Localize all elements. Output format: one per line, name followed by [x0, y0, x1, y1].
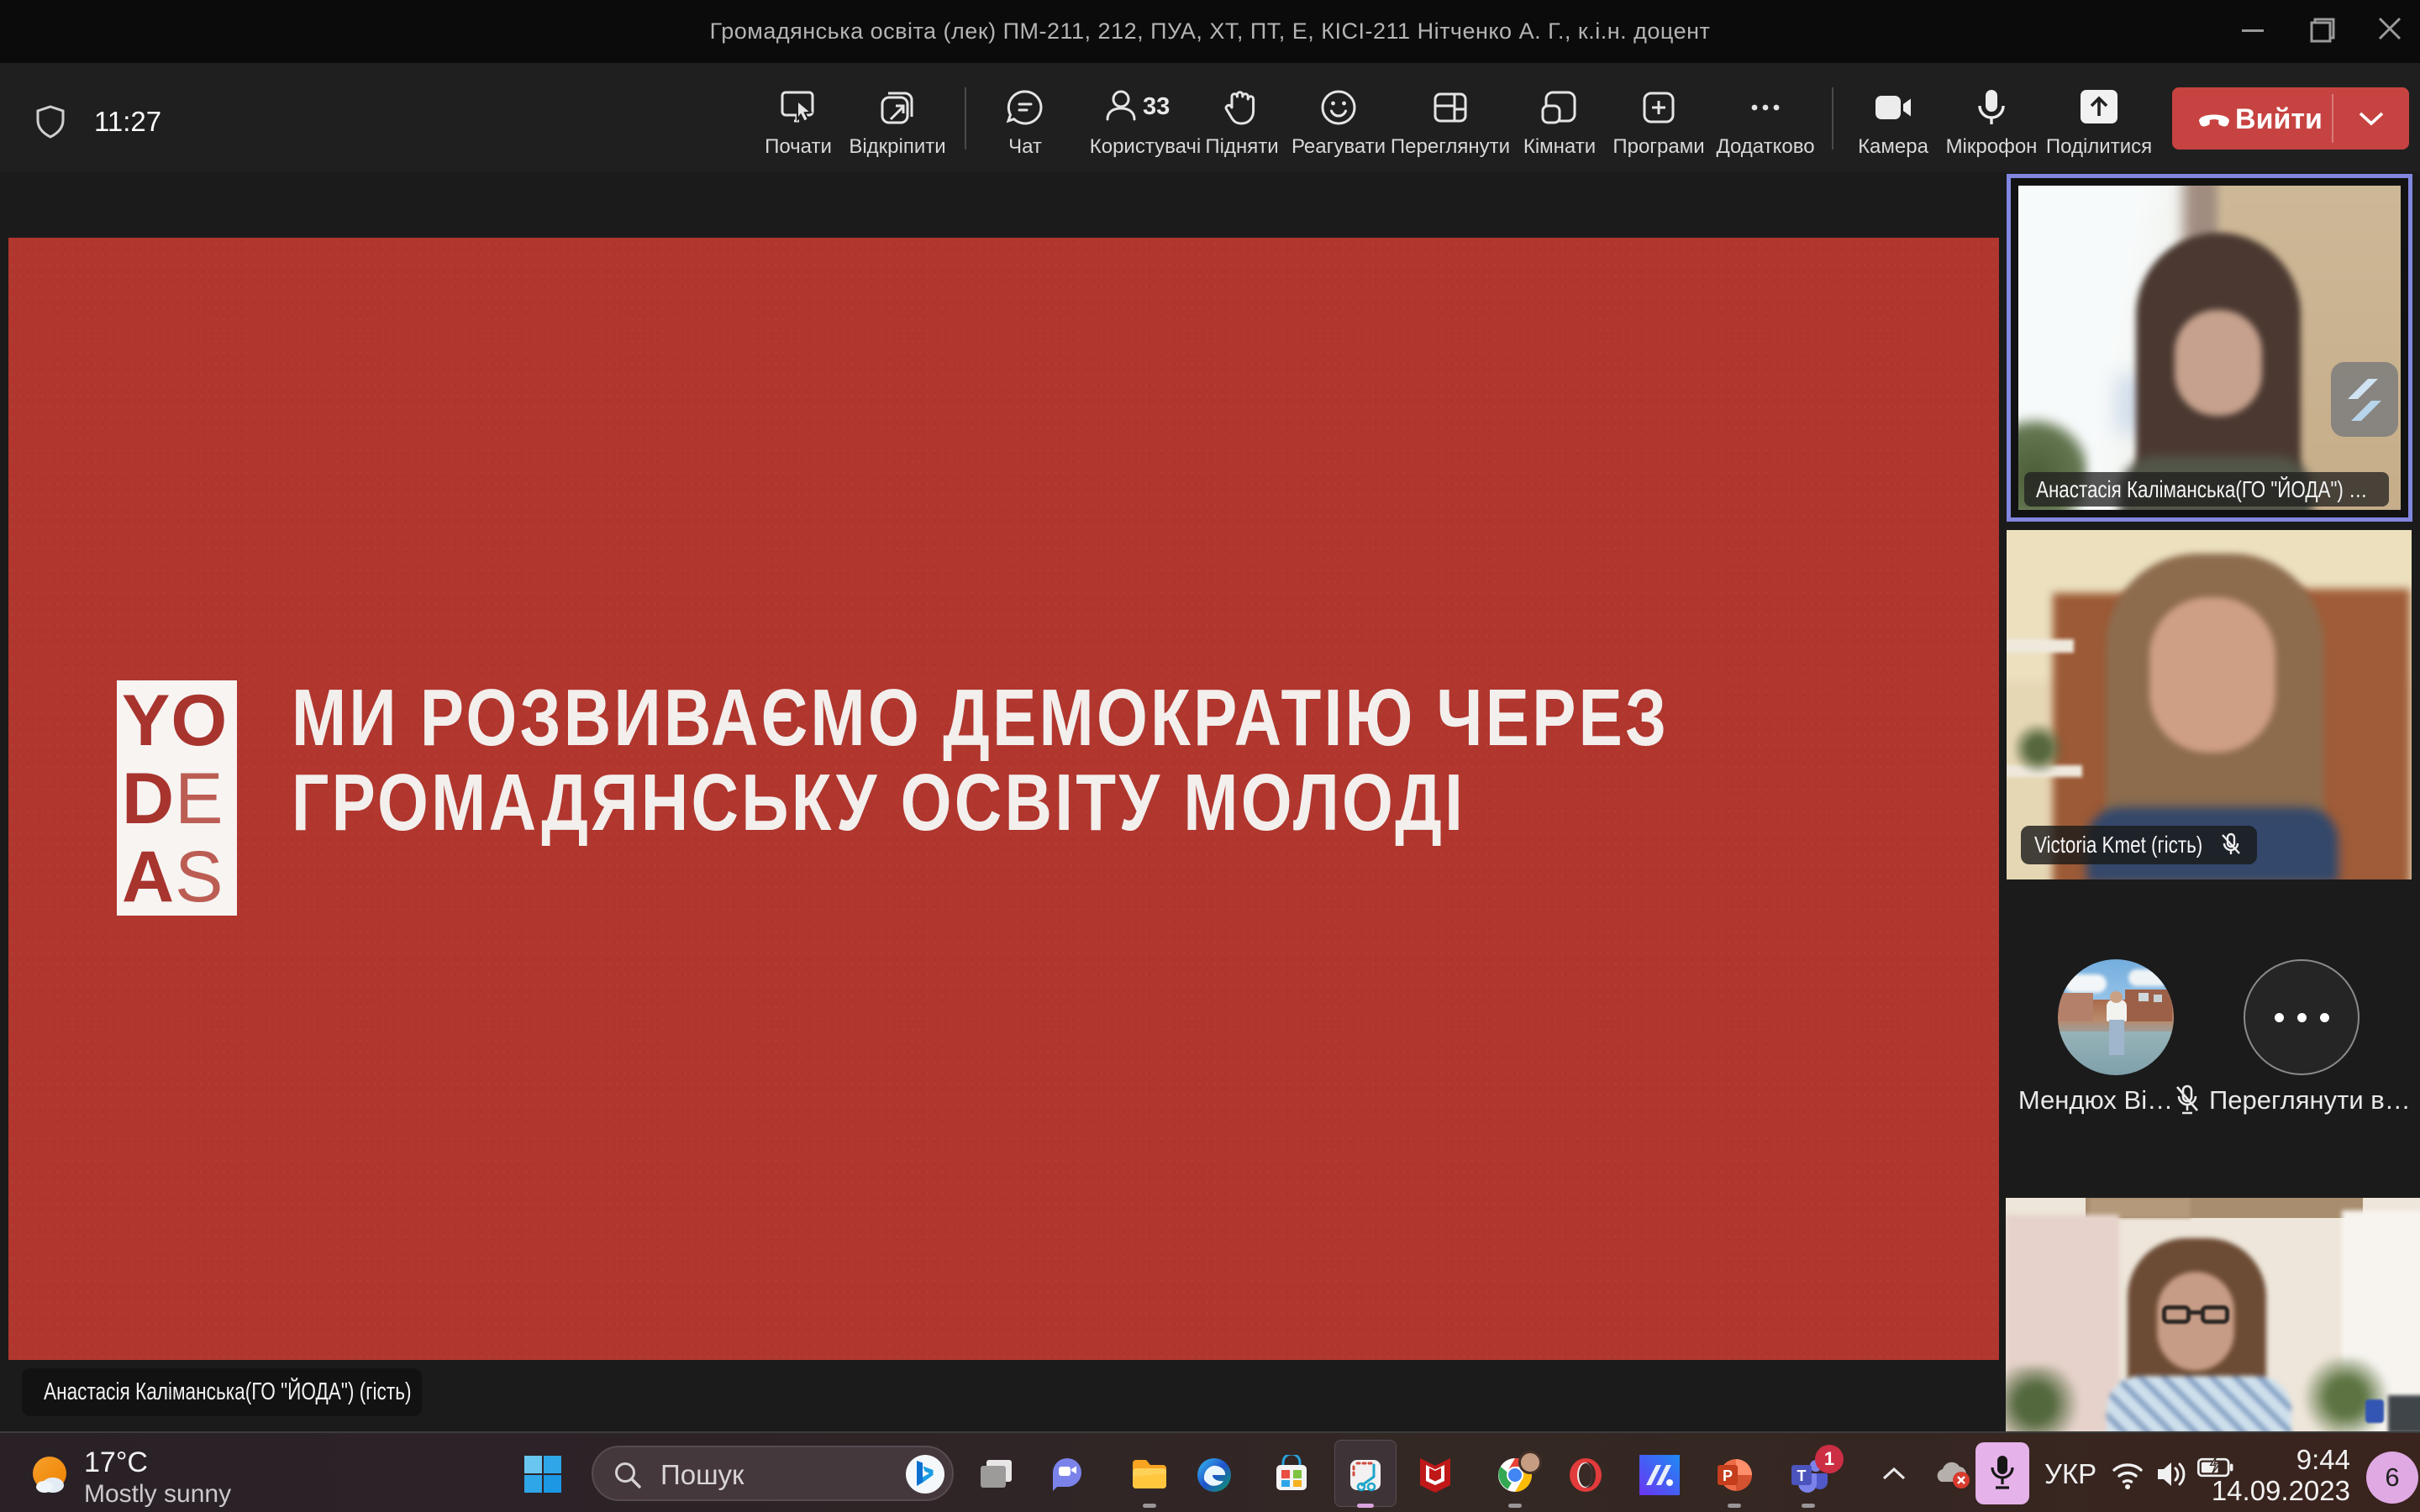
- svg-text:T: T: [1797, 1467, 1807, 1484]
- svg-text:P: P: [1723, 1467, 1733, 1484]
